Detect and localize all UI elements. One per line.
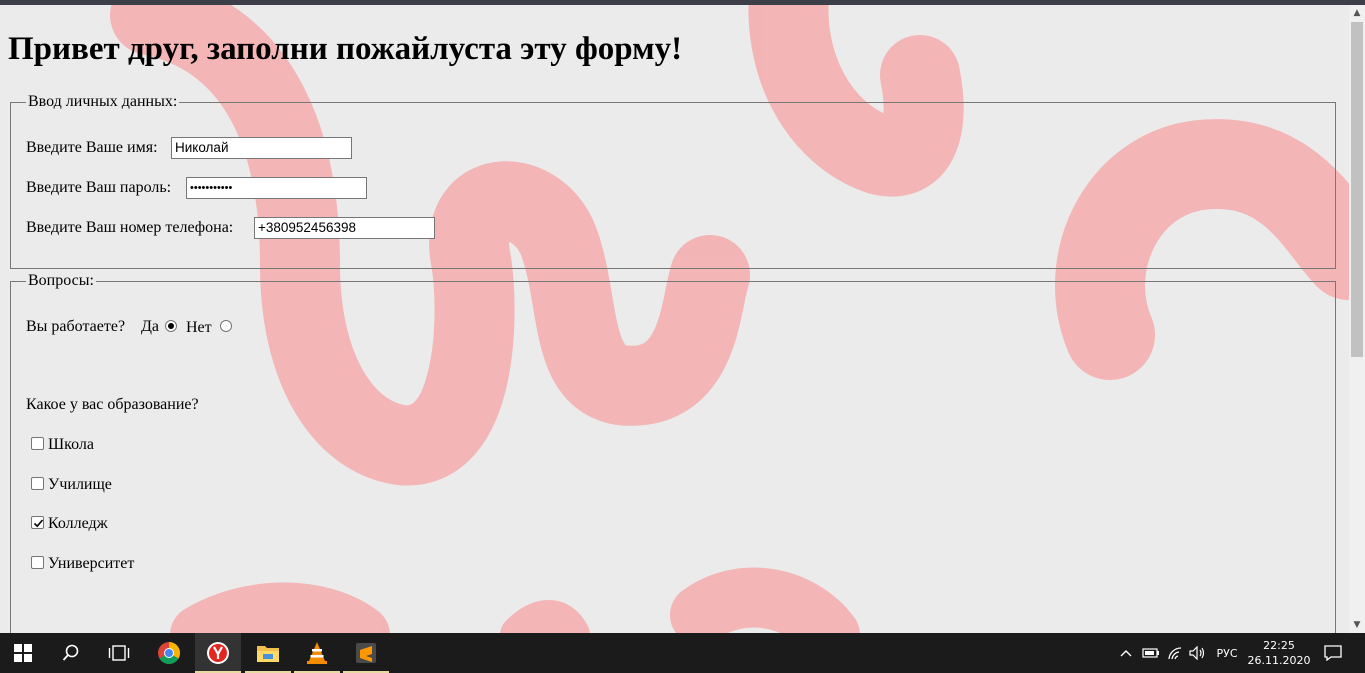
battery-icon <box>1142 648 1159 658</box>
taskbar-yandex-browser[interactable] <box>195 633 241 673</box>
education-uchilishche-label: Училище <box>48 476 112 493</box>
page-viewport: Привет друг, заполни пожайлуста эту форм… <box>0 5 1349 633</box>
checkmark-icon <box>33 519 44 528</box>
tray-show-hidden[interactable] <box>1116 633 1136 673</box>
education-university-checkbox[interactable] <box>31 556 44 569</box>
search-icon <box>62 644 79 661</box>
personal-data-legend: Ввод личных данных: <box>26 93 180 111</box>
task-view-icon <box>108 645 130 661</box>
taskbar-sublime-text[interactable] <box>343 633 389 673</box>
name-label: Введите Ваше имя: <box>26 139 158 156</box>
questions-fieldset: Вопросы: Вы работаете? Да Нет Какое у ва… <box>10 272 1336 633</box>
tray-wifi[interactable] <box>1165 633 1185 673</box>
work-yes-radio[interactable] <box>165 320 177 332</box>
personal-data-fieldset: Ввод личных данных: Введите Ваше имя: Ни… <box>10 93 1336 269</box>
tray-battery[interactable] <box>1140 633 1162 673</box>
vertical-scrollbar[interactable]: ▲ ▼ <box>1349 5 1365 633</box>
name-input[interactable]: Николай <box>171 137 352 159</box>
tray-notifications[interactable] <box>1318 633 1348 673</box>
taskbar-chrome[interactable] <box>146 633 192 673</box>
phone-label: Введите Ваш номер телефона: <box>26 219 234 236</box>
password-label: Введите Ваш пароль: <box>26 179 172 196</box>
education-university-label: Университет <box>48 555 135 572</box>
education-question-label: Какое у вас образование? <box>26 396 199 413</box>
education-school-checkbox[interactable] <box>31 437 44 450</box>
education-college-label: Колледж <box>48 515 108 532</box>
page-title: Привет друг, заполни пожайлуста эту форм… <box>8 31 683 67</box>
wifi-icon <box>1168 647 1182 660</box>
vlc-icon <box>307 642 327 664</box>
questions-legend: Вопросы: <box>26 272 96 290</box>
phone-input[interactable]: +380952456398 <box>254 217 435 239</box>
tray-clock[interactable]: 22:25 26.11.2020 <box>1244 633 1314 673</box>
scroll-up-arrow-icon[interactable]: ▲ <box>1349 5 1365 21</box>
password-input[interactable]: ••••••••••• <box>186 177 367 199</box>
work-yes-label: Да <box>141 318 160 335</box>
notification-icon <box>1324 645 1342 661</box>
work-question-label: Вы работаете? <box>26 318 126 335</box>
volume-icon <box>1189 646 1205 660</box>
scroll-down-arrow-icon[interactable]: ▼ <box>1349 617 1365 633</box>
search-button[interactable] <box>48 633 94 673</box>
tray-volume[interactable] <box>1187 633 1209 673</box>
yandex-browser-icon <box>207 642 229 664</box>
task-view-button[interactable] <box>96 633 142 673</box>
windows-taskbar: РУС 22:25 26.11.2020 <box>0 633 1365 673</box>
work-no-radio[interactable] <box>220 320 232 332</box>
clock-date: 26.11.2020 <box>1247 654 1311 667</box>
tray-language[interactable]: РУС <box>1212 633 1242 673</box>
work-no-label: Нет <box>186 319 212 336</box>
taskbar-file-explorer[interactable] <box>245 633 291 673</box>
education-school-label: Школа <box>48 436 94 453</box>
file-explorer-icon <box>257 646 279 662</box>
chrome-icon <box>158 642 180 664</box>
sublime-text-icon <box>356 643 376 663</box>
start-icon <box>14 644 32 662</box>
education-uchilishche-checkbox[interactable] <box>31 477 44 490</box>
clock-time: 22:25 <box>1263 639 1295 652</box>
start-button[interactable] <box>0 633 46 673</box>
taskbar-vlc[interactable] <box>294 633 340 673</box>
chevron-up-icon <box>1120 650 1132 657</box>
education-college-checkbox[interactable] <box>31 516 44 529</box>
scrollbar-thumb[interactable] <box>1351 22 1363 357</box>
